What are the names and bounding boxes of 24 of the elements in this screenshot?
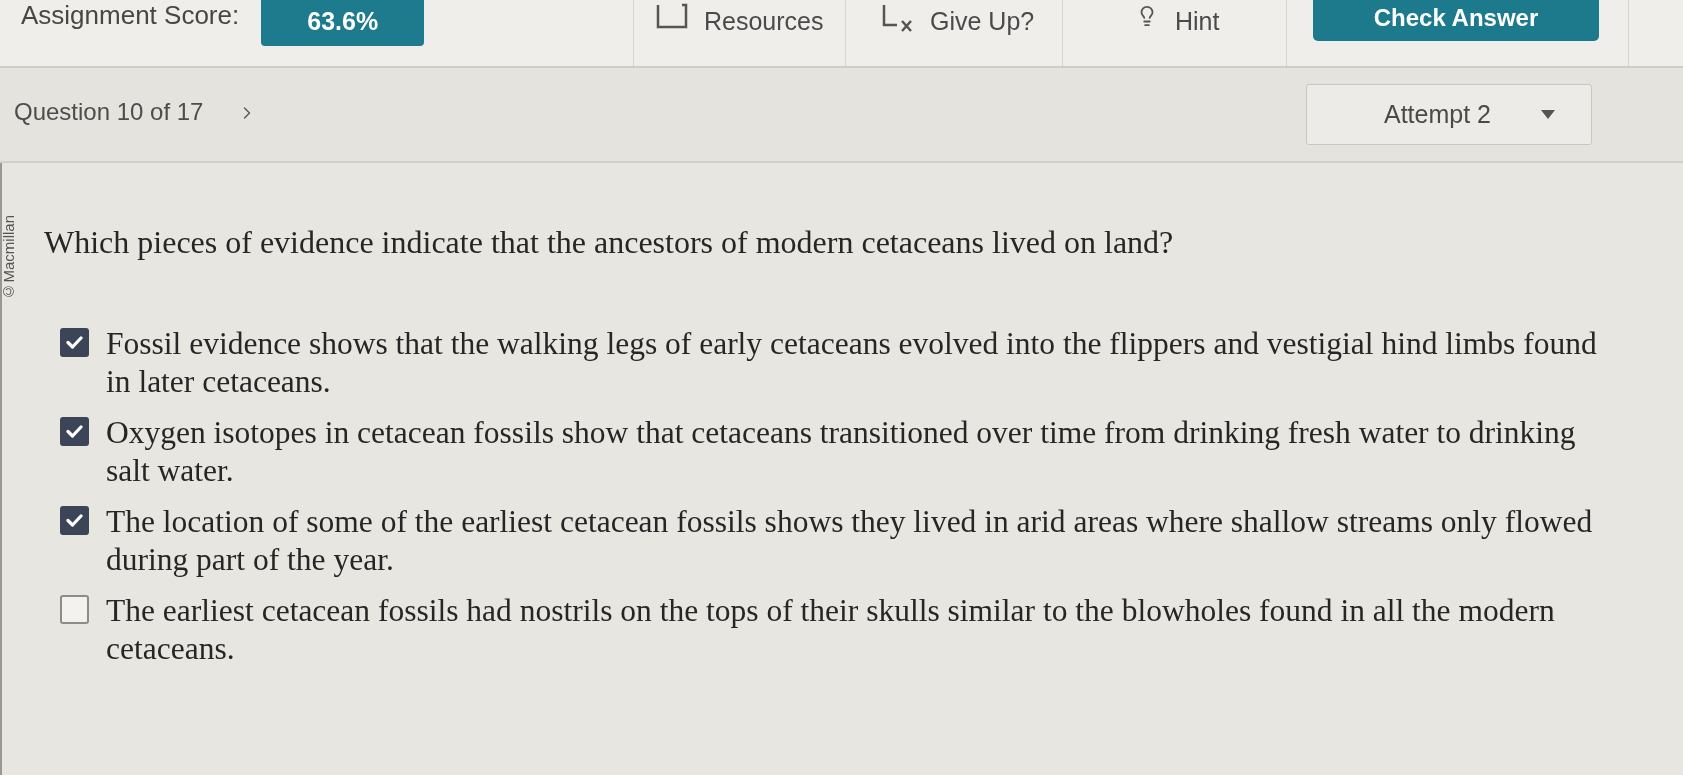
copyright-text: ©Macmillan [1,215,17,300]
checkmark-icon [66,425,83,438]
assignment-score-label: Assignment Score: [21,0,240,30]
attempt-dropdown[interactable]: Attempt 2 [1306,84,1592,145]
checked-checkbox[interactable] [60,506,89,535]
check-answer-button[interactable]: Check Answer [1313,0,1599,41]
checked-checkbox[interactable] [60,417,89,446]
square-outline-icon [656,3,688,29]
bracket-x-icon [881,3,915,33]
checkbox[interactable] [60,595,89,624]
checkmark-icon [66,336,83,349]
answer-option-text: Fossil evidence shows that the walking legs of early cetaceans evolved into the flippers and vestigial hind limbs found in later cetaceans. [106,325,1598,401]
question-prompt: Which pieces of evidence indicate that the ancestors of modern cetaceans lived on land? [44,223,1175,261]
checkmark-icon [66,514,83,527]
question-counter: Question 10 of 17 [14,97,204,127]
score-badge: 63.6% [261,0,425,46]
answer-option-text: The location of some of the earliest cetacean fossils shows they lived in arid areas where shallow streams only flowed during part of the year. [106,503,1594,579]
hint-button[interactable]: Hint [1136,3,1220,36]
answer-option-text: Oxygen isotopes in cetacean fossils show that cetaceans transitioned over time from drinking fresh water to drinking salt water. [106,414,1577,490]
checked-checkbox[interactable] [60,328,89,357]
answer-option-text: The earliest cetacean fossils had nostrils on the tops of their skulls similar to the blowholes found in all the modern cetaceans. [106,592,1556,668]
caret-down-icon [1541,110,1555,119]
resources-button[interactable]: Resources [656,3,824,36]
give-up-button[interactable]: Give Up? [881,3,1035,36]
